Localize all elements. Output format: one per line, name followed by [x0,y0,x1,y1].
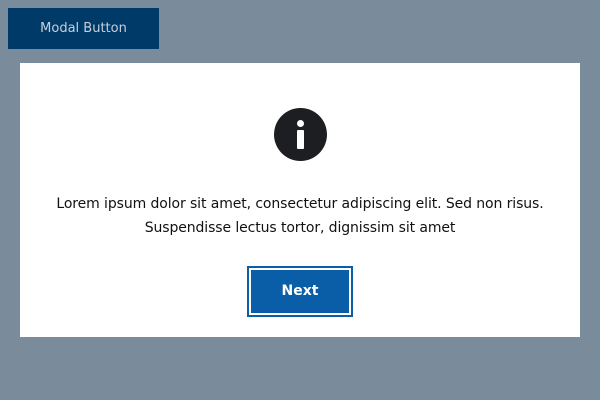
modal-button[interactable]: Modal Button [8,8,159,49]
modal-message-line-1: Lorem ipsum dolor sit amet, consectetur … [56,196,544,212]
next-button[interactable]: Next [247,266,353,317]
info-icon [274,108,327,161]
info-icon-dot [297,120,304,127]
modal-dialog: Lorem ipsum dolor sit amet, consectetur … [20,63,580,337]
info-icon-stem [297,130,304,149]
modal-message-line-2: Suspendisse lectus tortor, dignissim sit… [144,220,456,236]
modal-message: Lorem ipsum dolor sit amet, consectetur … [20,192,580,240]
